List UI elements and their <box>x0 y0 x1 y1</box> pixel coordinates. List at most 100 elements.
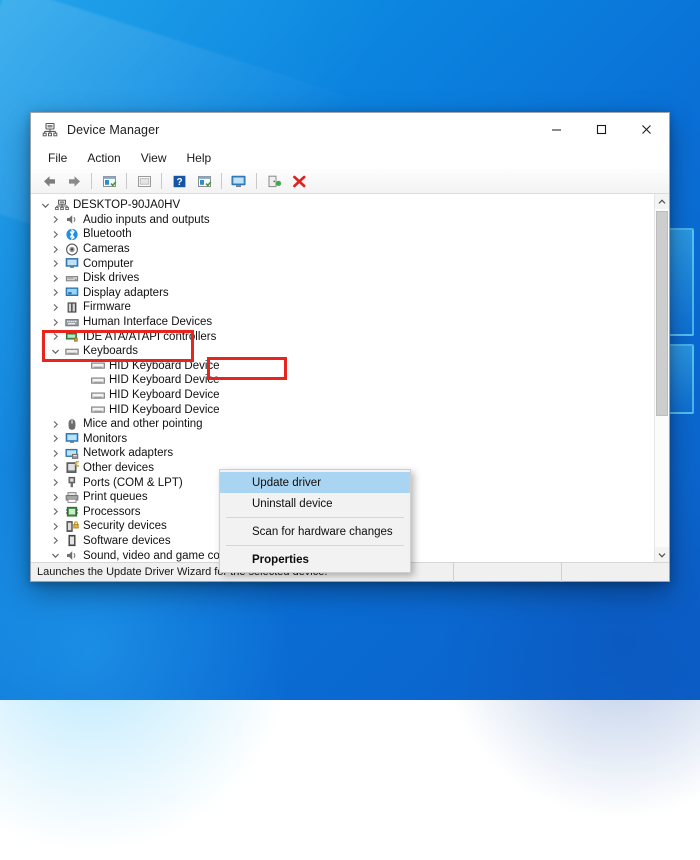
ide-controller-icon <box>63 330 80 343</box>
context-menu-item[interactable]: Scan for hardware changes <box>220 521 410 542</box>
tree-item-label: IDE ATA/ATAPI controllers <box>83 330 217 343</box>
forward-button[interactable] <box>62 170 86 192</box>
chevron-right-icon[interactable] <box>47 507 63 516</box>
chevron-right-icon[interactable] <box>47 332 63 341</box>
help-button[interactable]: ? <box>167 170 191 192</box>
speaker-icon <box>63 549 80 562</box>
title-bar[interactable]: Device Manager <box>31 113 669 147</box>
tree-item[interactable]: Human Interface Devices <box>31 315 654 330</box>
processor-icon <box>63 505 80 518</box>
scroll-down-arrow[interactable] <box>655 547 669 562</box>
context-menu-item[interactable]: Properties <box>220 549 410 570</box>
close-button[interactable] <box>624 113 669 147</box>
speaker-icon <box>63 213 80 226</box>
chevron-right-icon[interactable] <box>47 274 63 283</box>
chevron-right-icon[interactable] <box>47 303 63 312</box>
chevron-right-icon[interactable] <box>47 318 63 327</box>
disable-device-button[interactable] <box>262 170 286 192</box>
chevron-right-icon[interactable] <box>47 288 63 297</box>
status-pane-2 <box>561 562 669 582</box>
chevron-right-icon[interactable] <box>47 434 63 443</box>
tree-root-node[interactable]: DESKTOP-90JA0HV <box>31 198 654 213</box>
chevron-right-icon[interactable] <box>47 259 63 268</box>
tree-item[interactable]: Computer <box>31 256 654 271</box>
tree-item-label: Software devices <box>83 534 171 547</box>
menu-help[interactable]: Help <box>178 148 221 168</box>
context-menu-item[interactable]: Uninstall device <box>220 493 410 514</box>
chevron-right-icon[interactable] <box>47 493 63 502</box>
tree-item-label: Processors <box>83 505 141 518</box>
update-driver-button[interactable] <box>192 170 216 192</box>
chevron-right-icon[interactable] <box>47 215 63 224</box>
tree-item[interactable]: Bluetooth <box>31 227 654 242</box>
tree-item[interactable]: Monitors <box>31 432 654 447</box>
tree-item-label: Ports (COM & LPT) <box>83 476 183 489</box>
chevron-right-icon[interactable] <box>47 245 63 254</box>
tree-item[interactable]: HID Keyboard Device <box>31 388 654 403</box>
tree-item-label: HID Keyboard Device <box>109 389 220 402</box>
software-device-icon <box>63 534 80 547</box>
tree-item-label: Audio inputs and outputs <box>83 213 210 226</box>
menu-action[interactable]: Action <box>78 148 129 168</box>
security-device-icon <box>63 520 80 533</box>
chevron-right-icon[interactable] <box>47 449 63 458</box>
disk-icon <box>63 272 80 285</box>
chevron-right-icon[interactable] <box>47 536 63 545</box>
keyboard-device-icon <box>89 403 106 416</box>
tree-item[interactable]: Cameras <box>31 242 654 257</box>
chevron-right-icon[interactable] <box>47 463 63 472</box>
chevron-right-icon[interactable] <box>47 522 63 531</box>
tree-item-label: Firmware <box>83 301 131 314</box>
tree-item-label: Human Interface Devices <box>83 316 213 329</box>
chevron-down-icon[interactable] <box>47 551 63 560</box>
tree-item-label: HID Keyboard Device <box>109 374 220 387</box>
tree-item[interactable]: Audio inputs and outputs <box>31 213 654 228</box>
maximize-button[interactable] <box>579 113 624 147</box>
tree-item[interactable]: Disk drives <box>31 271 654 286</box>
chevron-down-icon[interactable] <box>37 201 53 210</box>
chevron-right-icon[interactable] <box>47 230 63 239</box>
scan-for-hardware-changes-button[interactable] <box>227 170 251 192</box>
toolbar-separator <box>91 173 92 189</box>
monitor-icon <box>63 257 80 270</box>
tree-item-label: Monitors <box>83 432 128 445</box>
context-menu-separator <box>226 517 404 518</box>
other-device-icon: ? <box>63 461 80 474</box>
toolbar-separator <box>126 173 127 189</box>
tree-item-label: HID Keyboard Device <box>109 403 220 416</box>
minimize-button[interactable] <box>534 113 579 147</box>
tree-item[interactable]: Network adapters <box>31 446 654 461</box>
svg-text:?: ? <box>176 177 182 188</box>
vertical-scrollbar[interactable] <box>654 194 669 562</box>
menu-file[interactable]: File <box>39 148 76 168</box>
tree-item-label: Other devices <box>83 461 154 474</box>
tree-item-label: Keyboards <box>83 345 138 358</box>
tree-item[interactable]: HID Keyboard Device <box>31 359 654 374</box>
tree-item[interactable]: Keyboards <box>31 344 654 359</box>
properties-button[interactable] <box>97 170 121 192</box>
chevron-right-icon[interactable] <box>47 420 63 429</box>
window-controls <box>534 113 669 147</box>
uninstall-device-button[interactable] <box>287 170 311 192</box>
tree-item[interactable]: IDE ATA/ATAPI controllers <box>31 329 654 344</box>
tree-item-label: Bluetooth <box>83 228 132 241</box>
show-hidden-devices-button[interactable] <box>132 170 156 192</box>
keyboard-icon <box>63 345 80 358</box>
scroll-up-arrow[interactable] <box>655 194 669 209</box>
chevron-down-icon[interactable] <box>47 347 63 356</box>
tree-item[interactable]: HID Keyboard Device <box>31 373 654 388</box>
tree-item[interactable]: HID Keyboard Device <box>31 402 654 417</box>
scrollbar-thumb[interactable] <box>656 211 668 416</box>
context-menu-item[interactable]: Update driver <box>220 472 410 493</box>
back-button[interactable] <box>37 170 61 192</box>
context-menu[interactable]: Update driver Uninstall device Scan for ha… <box>219 469 411 573</box>
tree-item[interactable]: Display adapters <box>31 286 654 301</box>
keyboard-device-icon <box>89 374 106 387</box>
chevron-right-icon[interactable] <box>47 478 63 487</box>
firmware-icon <box>63 301 80 314</box>
tree-item-label: Computer <box>83 257 134 270</box>
tree-item[interactable]: Firmware <box>31 300 654 315</box>
context-menu-separator <box>226 545 404 546</box>
tree-item[interactable]: Mice and other pointing <box>31 417 654 432</box>
menu-view[interactable]: View <box>132 148 176 168</box>
